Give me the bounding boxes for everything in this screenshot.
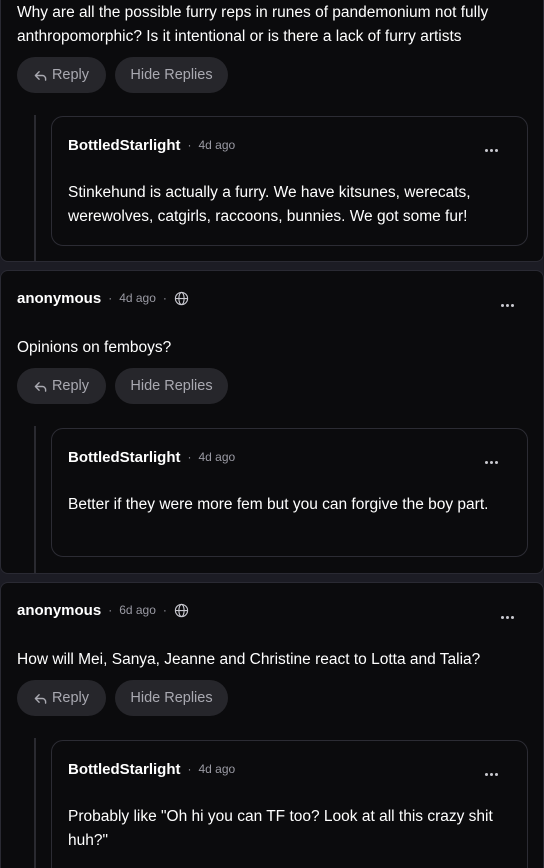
comment-card: Why are all the possible furry reps in r…: [0, 0, 544, 262]
thread-line: [34, 738, 36, 868]
separator-dot: ·: [108, 291, 113, 305]
hide-replies-button[interactable]: Hide Replies: [115, 57, 228, 93]
hide-replies-button[interactable]: Hide Replies: [115, 368, 228, 404]
reply-timestamp: 4d ago: [198, 138, 236, 152]
thread-line: [34, 426, 36, 573]
reply-meta: BottledStarlight · 4d ago: [68, 759, 235, 779]
globe-icon: [174, 291, 189, 305]
reply-text: Probably like "Oh hi you can TF too? Loo…: [68, 808, 493, 849]
comment-text: How will Mei, Sanya, Jeanne and Christin…: [17, 651, 481, 668]
comment-actions: Reply Hide Replies: [17, 57, 228, 93]
comment-meta: anonymous · 6d ago ·: [17, 600, 189, 620]
reply-timestamp: 4d ago: [198, 762, 236, 776]
comment-author: anonymous: [17, 289, 102, 307]
reply-label: Reply: [51, 67, 90, 83]
reply-author[interactable]: BottledStarlight: [68, 761, 181, 778]
reply-text: Stinkehund is actually a furry. We have …: [68, 184, 471, 225]
reply-label: Reply: [51, 378, 90, 394]
comment-author: anonymous: [17, 601, 102, 619]
reply-button[interactable]: Reply: [17, 680, 106, 716]
comment-meta: anonymous · 4d ago ·: [17, 288, 189, 308]
thread-line: [34, 115, 36, 261]
more-options-icon[interactable]: [497, 607, 517, 627]
separator-dot: ·: [187, 138, 192, 152]
reply-timestamp: 4d ago: [198, 450, 236, 464]
reply-card: BottledStarlight · 4d ago Probably like …: [51, 740, 528, 868]
separator-dot: ·: [162, 603, 167, 617]
separator-dot: ·: [187, 762, 192, 776]
reply-meta: BottledStarlight · 4d ago: [68, 447, 235, 467]
comment-card: anonymous · 6d ago · How will Mei, Sanya…: [0, 582, 544, 868]
separator-dot: ·: [162, 291, 167, 305]
comment-actions: Reply Hide Replies: [17, 368, 228, 404]
hide-replies-button[interactable]: Hide Replies: [115, 680, 228, 716]
reply-label: Reply: [51, 690, 90, 706]
more-options-icon[interactable]: [497, 295, 517, 315]
comment-timestamp: 6d ago: [119, 603, 156, 617]
more-options-icon[interactable]: [481, 140, 501, 160]
separator-dot: ·: [108, 603, 113, 617]
reply-arrow-icon: [34, 693, 47, 704]
more-options-icon[interactable]: [481, 452, 501, 472]
comment-timestamp: 4d ago: [119, 291, 156, 305]
comment-actions: Reply Hide Replies: [17, 680, 228, 716]
reply-meta: BottledStarlight · 4d ago: [68, 135, 235, 155]
separator-dot: ·: [187, 450, 192, 464]
more-options-icon[interactable]: [481, 764, 501, 784]
reply-button[interactable]: Reply: [17, 368, 106, 404]
reply-arrow-icon: [34, 381, 47, 392]
reply-card: BottledStarlight · 4d ago Stinkehund is …: [51, 116, 528, 246]
reply-button[interactable]: Reply: [17, 57, 106, 93]
comment-text: Why are all the possible furry reps in r…: [17, 4, 489, 45]
reply-author[interactable]: BottledStarlight: [68, 137, 181, 154]
reply-card: BottledStarlight · 4d ago Better if they…: [51, 428, 528, 557]
reply-arrow-icon: [34, 70, 47, 81]
globe-icon: [174, 603, 189, 617]
reply-text: Better if they were more fem but you can…: [68, 496, 489, 513]
comment-card: anonymous · 4d ago · Opinions on femboys…: [0, 270, 544, 574]
comment-text: Opinions on femboys?: [17, 339, 172, 356]
reply-author[interactable]: BottledStarlight: [68, 449, 181, 466]
